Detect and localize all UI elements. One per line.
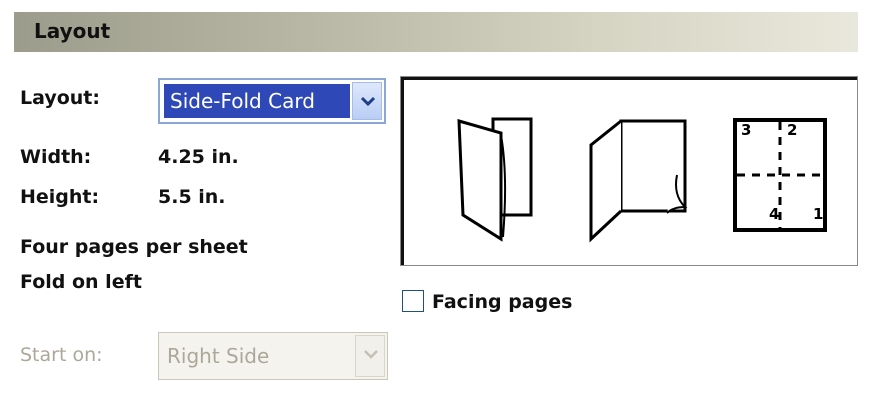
- folded-card-open-icon: [589, 119, 688, 243]
- folded-card-closed-icon: [457, 117, 533, 242]
- start-on-label: Start on:: [20, 344, 103, 366]
- layout-selected-value: Side-Fold Card: [164, 84, 350, 118]
- facing-pages-label[interactable]: Facing pages: [432, 291, 572, 313]
- chevron-down-icon: [360, 96, 376, 107]
- layout-label: Layout:: [20, 87, 100, 109]
- page-number-4: 4: [769, 205, 780, 223]
- start-on-select[interactable]: Right Side: [158, 332, 388, 380]
- start-on-selected-value: Right Side: [167, 344, 270, 368]
- pages-per-sheet-text: Four pages per sheet: [20, 236, 248, 258]
- layout-select[interactable]: Side-Fold Card: [158, 78, 386, 124]
- height-value: 5.5 in.: [158, 186, 226, 208]
- chevron-down-icon: [364, 350, 378, 359]
- height-label: Height:: [20, 186, 100, 208]
- fold-text: Fold on left: [20, 271, 142, 293]
- page-number-3: 3: [741, 121, 752, 139]
- layout-dropdown-button[interactable]: [352, 82, 382, 120]
- page-number-2: 2: [787, 121, 798, 139]
- section-header: Layout: [14, 12, 858, 52]
- width-value: 4.25 in.: [158, 146, 239, 168]
- page-number-1: 1: [813, 205, 824, 223]
- start-on-dropdown-button[interactable]: [355, 335, 385, 377]
- layout-preview: 3 2 4 1: [400, 76, 858, 266]
- facing-pages-checkbox[interactable]: [402, 290, 424, 312]
- section-title: Layout: [34, 19, 111, 43]
- width-label: Width:: [20, 146, 92, 168]
